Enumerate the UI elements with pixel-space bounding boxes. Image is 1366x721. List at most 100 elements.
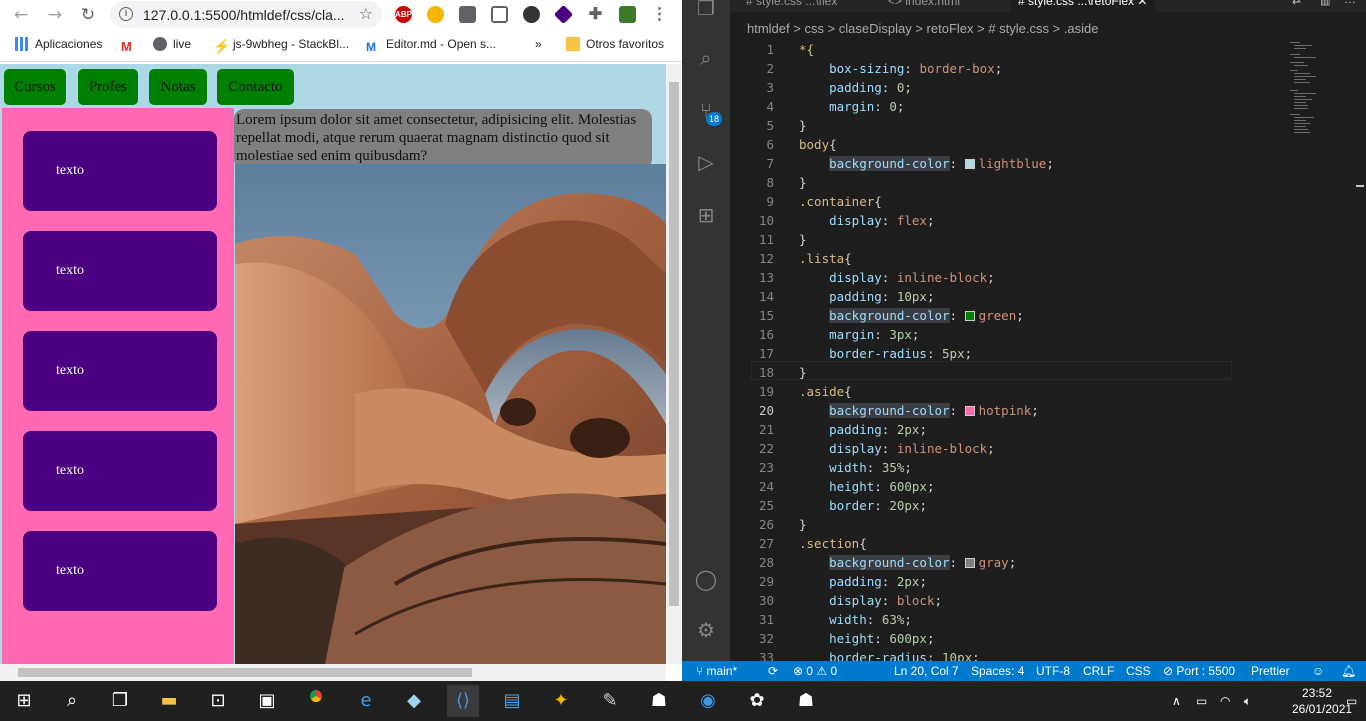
bookmark-editor[interactable]: M Editor.md - Open s... (366, 37, 496, 54)
nav-profes[interactable]: Profes (78, 69, 138, 105)
more-actions-icon[interactable]: … (1344, 0, 1358, 6)
search-icon[interactable]: ⌕ (694, 46, 718, 70)
text-card: texto (23, 231, 217, 311)
start-icon[interactable]: ⊞ (8, 685, 40, 717)
code-line: display: block; (829, 593, 943, 608)
encoding[interactable]: UTF-8 (1036, 661, 1070, 681)
search-icon[interactable]: ⌕ (56, 685, 88, 717)
color-swatch[interactable] (964, 558, 975, 568)
horizontal-scrollbar[interactable] (0, 664, 666, 681)
app-icon[interactable]: ☗ (790, 685, 822, 717)
app-icon[interactable]: ✎ (594, 685, 626, 717)
battery-icon[interactable]: ▭ (1196, 681, 1207, 721)
action-center-icon[interactable]: ▭ (1346, 681, 1357, 721)
edge-icon[interactable]: e (350, 685, 382, 717)
editor-scrollbar[interactable] (1352, 40, 1366, 661)
app-icon[interactable]: ◆ (398, 685, 430, 717)
back-icon[interactable]: ← (11, 5, 31, 25)
minimap[interactable] (1290, 40, 1352, 140)
tab-style-flex[interactable]: # style.css ...\flex (738, 0, 845, 12)
notifications-icon[interactable]: 🔔︎ (1341, 661, 1356, 681)
color-swatch[interactable] (964, 406, 975, 416)
extensions-icon[interactable]: ⊞ (694, 203, 718, 227)
split-editor-icon[interactable]: ▥ (1320, 0, 1334, 8)
volume-icon[interactable]: 🔈︎ (1244, 681, 1251, 721)
bookmark-apps[interactable]: Aplicaciones (15, 37, 102, 51)
sync-icon[interactable]: ⟳ (768, 661, 778, 681)
app-icon[interactable]: ✿ (741, 685, 773, 717)
app-icon[interactable]: ▣ (251, 685, 283, 717)
compare-icon[interactable]: ⇄ (1292, 0, 1306, 8)
code-line: display: flex; (829, 213, 935, 228)
app-icon[interactable]: ☗ (643, 685, 675, 717)
code-line: height: 600px; (829, 479, 935, 494)
globe-icon (153, 37, 167, 51)
color-swatch[interactable] (964, 311, 975, 321)
pocket-icon[interactable] (491, 6, 508, 23)
store-icon[interactable]: ⊡ (202, 685, 234, 717)
tab-index-html[interactable]: <> index.html (880, 0, 968, 12)
bookmark-gmail[interactable]: M (121, 37, 143, 54)
puzzle-icon[interactable]: ✚ (587, 6, 604, 23)
reload-icon[interactable]: ↻ (78, 5, 98, 25)
file-explorer-icon[interactable]: ▬ (153, 685, 185, 717)
line-number: 9 (766, 194, 774, 209)
extension-icon[interactable] (553, 4, 574, 25)
color-swatch[interactable] (964, 159, 975, 169)
code-editor[interactable]: 1 *{2 box-sizing: border-box; 3 padding: 0… (730, 40, 1290, 665)
extension-icon[interactable] (523, 6, 540, 23)
wifi-icon[interactable]: ◠ (1220, 681, 1230, 721)
vertical-scrollbar[interactable] (666, 64, 682, 664)
indentation[interactable]: Spaces: 4 (971, 661, 1024, 681)
run-debug-icon[interactable]: ▷ (694, 150, 718, 174)
text-card: texto (23, 531, 217, 611)
code-line: border-radius: 5px; (829, 346, 973, 361)
nav-notas[interactable]: Notas (149, 69, 207, 105)
chrome-icon[interactable] (300, 685, 332, 717)
app-icon[interactable]: ▤ (496, 685, 528, 717)
menu-icon[interactable]: ⋮ (651, 6, 668, 23)
url-text: 127.0.0.1:5500/htmldef/css/cla... (143, 7, 345, 23)
line-number: 11 (758, 232, 774, 247)
live-server-port[interactable]: ⊘ Port : 5500 (1163, 661, 1235, 681)
address-bar[interactable]: i 127.0.0.1:5500/htmldef/css/cla... ☆ (110, 1, 382, 28)
time: 23:52 (1301, 686, 1333, 700)
feedback-icon[interactable]: ☺ (1312, 661, 1324, 681)
cursor-position[interactable]: Ln 20, Col 7 (894, 661, 959, 681)
account-icon[interactable]: ◯ (694, 567, 718, 591)
problems-indicator[interactable]: ⊗ 0 ⚠ 0 (793, 661, 837, 681)
firefox-icon[interactable]: ◉ (692, 685, 724, 717)
tab-style-retoflex[interactable]: # style.css ...\retoFlex ✕ (1010, 0, 1156, 12)
adblock-icon[interactable]: ABP (395, 6, 412, 23)
close-icon[interactable]: ✕ (1137, 0, 1147, 8)
nav-contacto[interactable]: Contacto (217, 69, 294, 105)
git-branch[interactable]: ⑂ main* (696, 661, 737, 681)
bookmark-live[interactable]: live (153, 37, 191, 51)
task-view-icon[interactable]: ❐ (104, 685, 136, 717)
scroll-thumb[interactable] (669, 82, 679, 606)
vscode-icon[interactable]: ⟨⟩ (447, 685, 479, 717)
settings-gear-icon[interactable]: ⚙ (694, 618, 718, 642)
explorer-icon[interactable]: ❐ (694, 0, 718, 20)
bookmark-folder-others[interactable]: Otros favoritos (566, 37, 664, 51)
code-line: display: inline-block; (829, 441, 995, 456)
show-hidden-icons[interactable]: ∧ (1172, 681, 1181, 721)
extension-icon[interactable] (427, 6, 444, 23)
bookmark-star-icon[interactable]: ☆ (359, 4, 373, 23)
language-mode[interactable]: CSS (1126, 661, 1151, 681)
line-number: 13 (758, 270, 774, 285)
code-line: display: inline-block; (829, 270, 995, 285)
nav-cursos[interactable]: Cursos (4, 69, 66, 105)
forward-icon[interactable]: → (45, 5, 65, 25)
clock[interactable]: 23:52 26/01/2021 (1292, 685, 1352, 717)
end-of-line[interactable]: CRLF (1083, 661, 1114, 681)
extension-icon[interactable] (619, 6, 636, 23)
scroll-thumb[interactable] (18, 668, 472, 677)
info-icon[interactable]: i (119, 7, 133, 21)
app-icon[interactable]: ✦ (545, 685, 577, 717)
prettier[interactable]: Prettier (1251, 661, 1290, 681)
more-bookmarks-button[interactable]: » (535, 37, 542, 51)
extension-icon[interactable] (459, 6, 476, 23)
line-number: 22 (758, 441, 774, 456)
bookmark-stackblitz[interactable]: ⚡ js-9wbheg - StackBl... (213, 37, 349, 54)
